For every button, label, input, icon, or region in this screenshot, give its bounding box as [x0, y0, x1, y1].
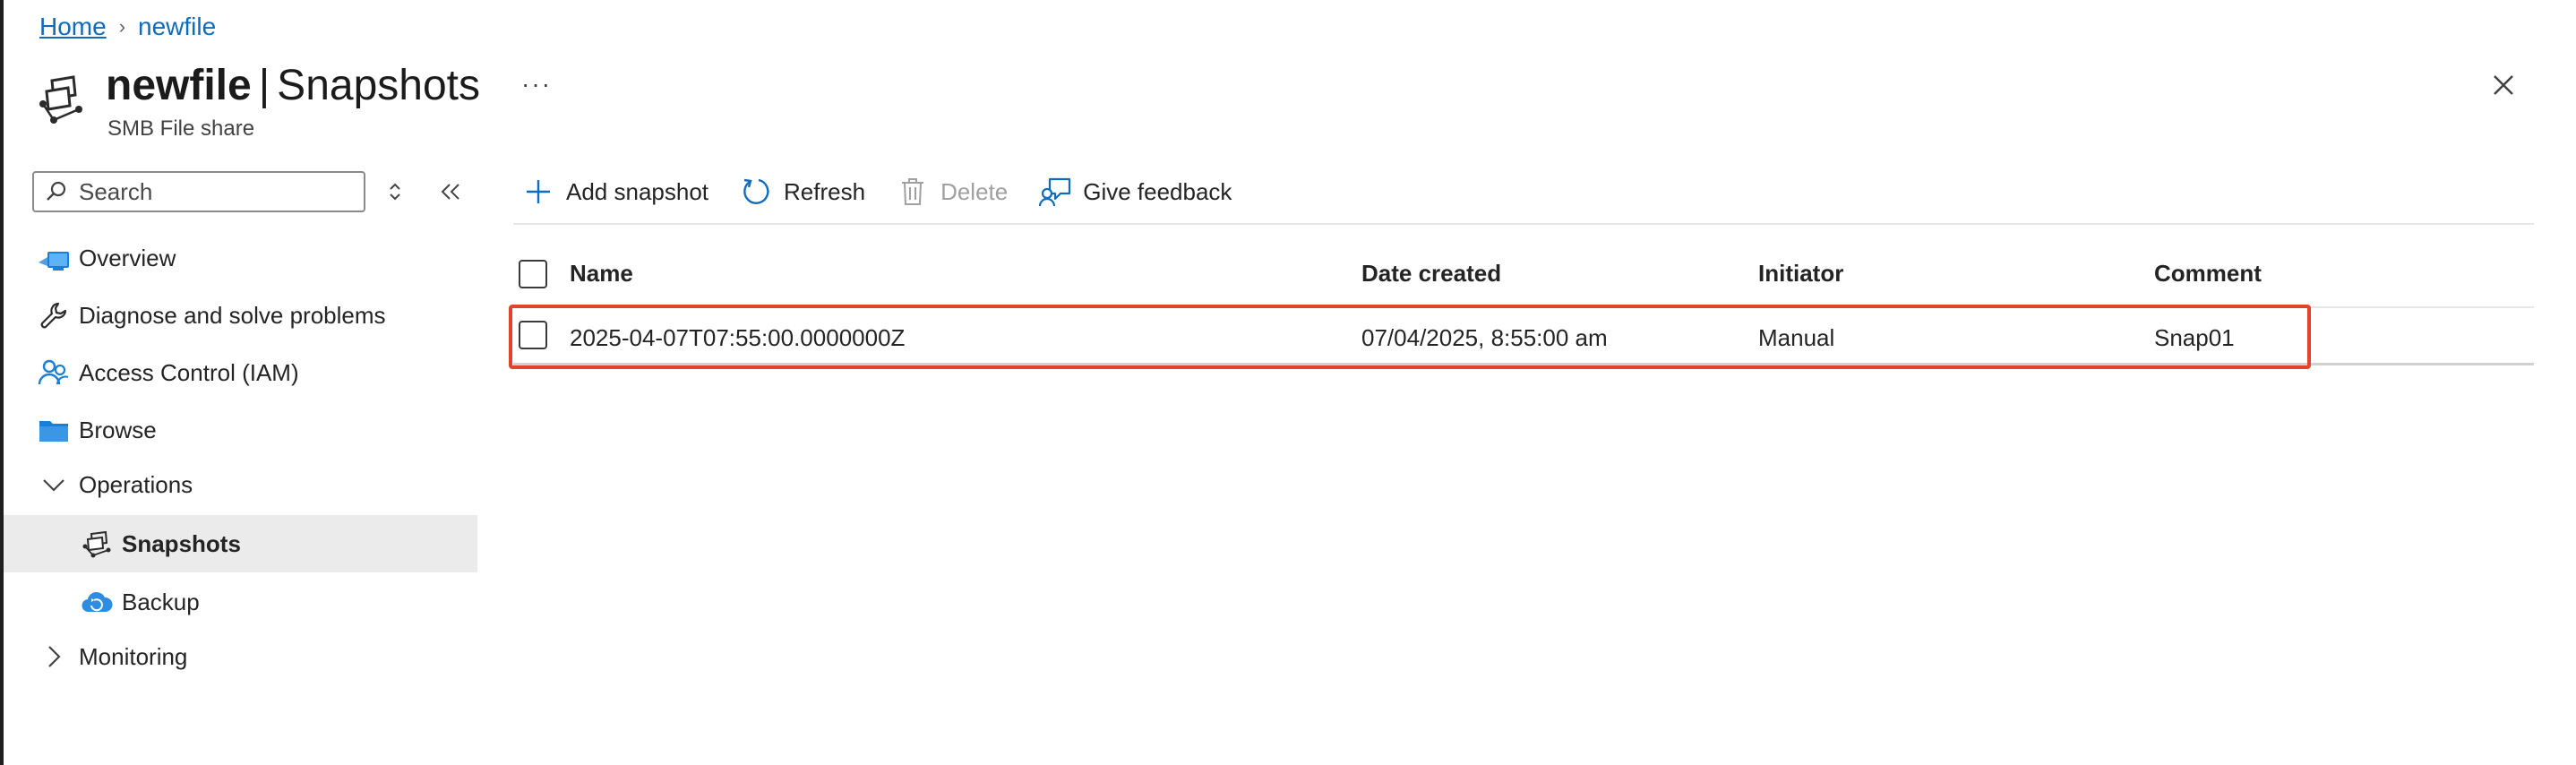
give-feedback-button[interactable]: Give feedback: [1038, 175, 1232, 209]
sidebar-item-browse[interactable]: Browse: [4, 401, 477, 459]
row-highlight-box: [509, 305, 2311, 369]
sidebar-item-label: Operations: [79, 470, 193, 498]
sidebar-item-label: Browse: [79, 416, 157, 443]
trash-icon: [896, 175, 930, 209]
more-options-button[interactable]: ···: [521, 70, 552, 99]
people-icon: [36, 355, 72, 391]
sidebar-item-label: Monitoring: [79, 642, 188, 670]
close-icon: [2494, 75, 2513, 95]
breadcrumb-current[interactable]: newfile: [138, 11, 216, 43]
toolbar-divider: [513, 223, 2534, 225]
sidebar-item-label: Overview: [79, 244, 176, 271]
sidebar-item-monitoring[interactable]: Monitoring: [4, 628, 477, 685]
breadcrumb-home-link[interactable]: Home: [39, 11, 107, 43]
resource-name: newfile: [106, 62, 252, 109]
refresh-button[interactable]: Refresh: [739, 175, 865, 209]
column-header-comment[interactable]: Comment: [2154, 260, 2262, 288]
sidebar-item-label: Snapshots: [122, 529, 241, 557]
give-feedback-label: Give feedback: [1083, 177, 1232, 205]
column-header-date-created[interactable]: Date created: [1361, 260, 1501, 288]
breadcrumb: Home › newfile: [39, 11, 216, 43]
sidebar-item-diagnose[interactable]: Diagnose and solve problems: [4, 287, 477, 344]
sidebar-item-overview[interactable]: Overview: [4, 229, 477, 287]
delete-button[interactable]: Delete: [896, 175, 1008, 209]
column-header-initiator[interactable]: Initiator: [1758, 260, 1843, 288]
sort-updown-button[interactable]: [383, 179, 407, 204]
file-share-snapshot-icon: [34, 68, 93, 127]
section-name: Snapshots: [277, 62, 480, 109]
sidebar-search[interactable]: [32, 171, 365, 212]
refresh-label: Refresh: [784, 177, 866, 205]
double-chevron-left-icon: [441, 184, 459, 200]
sidebar-item-label: Diagnose and solve problems: [79, 301, 386, 329]
sidebar-item-access-control[interactable]: Access Control (IAM): [4, 344, 477, 401]
page-title: newfile | Snapshots: [106, 59, 480, 113]
refresh-icon: [739, 175, 773, 209]
chevron-right-icon: [36, 639, 72, 675]
resource-type: SMB File share: [107, 116, 255, 141]
search-input[interactable]: [77, 176, 349, 207]
select-all-checkbox[interactable]: [519, 260, 547, 288]
plus-icon: [521, 175, 555, 209]
updown-chevron-icon: [390, 183, 400, 201]
title-separator: |: [258, 62, 270, 109]
sidebar-item-label: Access Control (IAM): [79, 358, 299, 386]
search-icon: [47, 181, 66, 201]
sidebar-item-snapshots[interactable]: Snapshots: [4, 515, 477, 572]
sidebar-item-backup[interactable]: Backup: [4, 573, 477, 631]
chevron-right-icon: ›: [118, 15, 126, 38]
command-bar: Add snapshot Refresh Delete Give feedbac…: [521, 167, 1262, 217]
snapshot-icon: [79, 526, 115, 562]
sidebar-item-label: Backup: [122, 588, 200, 615]
add-snapshot-label: Add snapshot: [566, 177, 709, 205]
chevron-down-icon: [36, 467, 72, 503]
sidebar-item-operations[interactable]: Operations: [4, 456, 477, 513]
cloud-backup-icon: [79, 584, 115, 620]
delete-label: Delete: [940, 177, 1009, 205]
collapse-sidebar-button[interactable]: [437, 179, 464, 204]
column-header-name[interactable]: Name: [570, 260, 633, 288]
add-snapshot-button[interactable]: Add snapshot: [521, 175, 708, 209]
overview-icon: [36, 240, 72, 276]
folder-icon: [36, 412, 72, 448]
feedback-icon: [1038, 175, 1072, 209]
close-button[interactable]: [2488, 70, 2519, 100]
wrench-icon: [36, 297, 72, 333]
